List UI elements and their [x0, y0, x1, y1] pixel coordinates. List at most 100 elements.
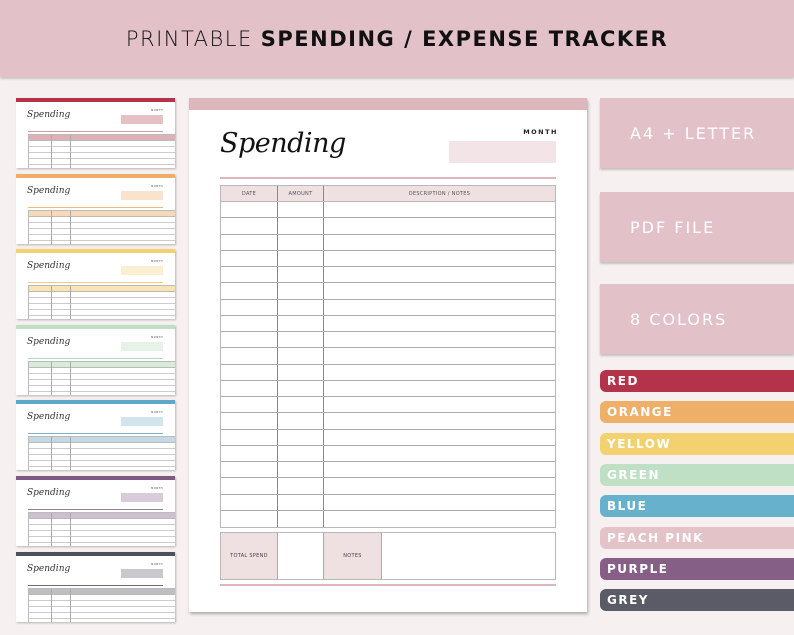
color-option-red: RED [600, 370, 794, 392]
thumb-col-line [51, 588, 52, 622]
cell-date [221, 462, 278, 478]
thumb-month-label: MONTH [151, 562, 163, 566]
thumb-title: Spending [27, 488, 71, 498]
thumb-col-line [51, 286, 52, 320]
cell-date [221, 413, 278, 429]
thumb-table [28, 360, 175, 395]
cell-description [324, 316, 555, 331]
table-row [221, 267, 555, 284]
summary-footer: TOTAL SPEND NOTES [220, 532, 556, 580]
total-spend-label: TOTAL SPEND [221, 533, 278, 579]
table-row [221, 462, 555, 479]
page-top-bar [189, 98, 587, 110]
thumb-table [28, 209, 175, 244]
thumb-table [28, 285, 175, 320]
color-option-green: GREEN [600, 463, 794, 486]
thumb-month-label: MONTH [151, 335, 163, 339]
cell-date [221, 380, 278, 396]
thumb-title: Spending [27, 185, 71, 196]
thumb-col-line [70, 513, 71, 546]
title-banner: PRINTABLE SPENDING / EXPENSE TRACKER [0, 0, 794, 77]
thumb-divider [28, 282, 163, 284]
thumb-title: Spending [27, 261, 71, 272]
thumb-col-line [51, 361, 52, 395]
thumb-month-field [121, 266, 163, 276]
thumb-col-line [70, 286, 71, 320]
table-row [221, 332, 555, 349]
cell-description [324, 332, 555, 347]
spending-table: DATE AMOUNT DESCRIPTION / NOTES [220, 185, 556, 528]
thumb-title: Spending [27, 110, 71, 120]
cell-date [221, 267, 278, 283]
cell-date [221, 429, 278, 445]
month-label: MONTH [523, 128, 558, 136]
cell-amount [278, 234, 324, 250]
table-row [221, 364, 555, 381]
cell-date [221, 510, 278, 527]
color-option-purple: PURPLE [600, 557, 794, 580]
thumb-top-bar [16, 400, 175, 405]
cell-date [221, 494, 278, 510]
thumb-top-bar [16, 249, 175, 254]
thumb-month-field [121, 115, 163, 124]
table-row [221, 445, 555, 462]
table-row [221, 218, 555, 235]
thumb-title: Spending [27, 336, 71, 347]
thumb-month-label: MONTH [151, 184, 163, 188]
cell-description [324, 300, 555, 315]
cell-amount [278, 445, 324, 461]
thumb-divider [28, 131, 163, 132]
cell-amount [278, 348, 324, 364]
thumb-month-field [121, 190, 163, 200]
cell-date [221, 332, 278, 348]
thumb-month-label: MONTH [151, 487, 163, 490]
table-header: DATE AMOUNT DESCRIPTION / NOTES [221, 186, 555, 202]
table-row [221, 250, 555, 267]
cell-amount [278, 332, 324, 348]
thumbnail-purple: Spending MONTH [16, 476, 175, 546]
cell-description [324, 381, 555, 396]
cell-date [221, 299, 278, 315]
thumb-col-line [70, 210, 71, 244]
table-row [221, 413, 555, 430]
color-option-peach-pink: PEACH PINK [600, 526, 794, 549]
thumb-divider [28, 509, 163, 510]
cell-description [324, 283, 555, 298]
cell-description [324, 495, 555, 510]
cell-date [221, 348, 278, 364]
cell-amount [278, 250, 324, 266]
column-header-amount: AMOUNT [278, 186, 324, 201]
table-body [221, 202, 555, 527]
cell-date [221, 283, 278, 299]
thumb-top-bar [16, 551, 175, 556]
table-row [221, 299, 555, 316]
cell-date [221, 202, 278, 218]
cell-date [221, 218, 278, 234]
thumb-divider [28, 433, 163, 435]
cell-description [324, 478, 555, 493]
thumb-col-line [70, 588, 71, 622]
thumb-month-label: MONTH [151, 109, 163, 112]
thumb-top-bar [16, 476, 175, 480]
tracker-page-preview: Spending MONTH DATE AMOUNT DESCRIPTION /… [189, 98, 587, 612]
thumb-divider [28, 206, 163, 208]
cell-date [221, 478, 278, 494]
table-row [221, 510, 555, 527]
thumbnail-orange: Spending MONTH [16, 173, 175, 244]
notes-field [382, 533, 555, 579]
table-row [221, 234, 555, 251]
thumbnail-yellow: Spending MONTH [16, 249, 175, 320]
thumb-table [28, 436, 175, 471]
table-row [221, 429, 555, 446]
thumb-col-line [70, 361, 71, 395]
column-header-date: DATE [221, 186, 278, 201]
cell-amount [278, 397, 324, 413]
cell-amount [278, 299, 324, 315]
cell-description [324, 413, 555, 428]
cell-amount [278, 315, 324, 331]
feature-8-colors: 8 COLORS [600, 284, 794, 354]
cell-description [324, 511, 555, 527]
cell-description [324, 462, 555, 477]
thumb-col-line [51, 437, 52, 471]
banner-title-light: PRINTABLE [125, 26, 253, 51]
